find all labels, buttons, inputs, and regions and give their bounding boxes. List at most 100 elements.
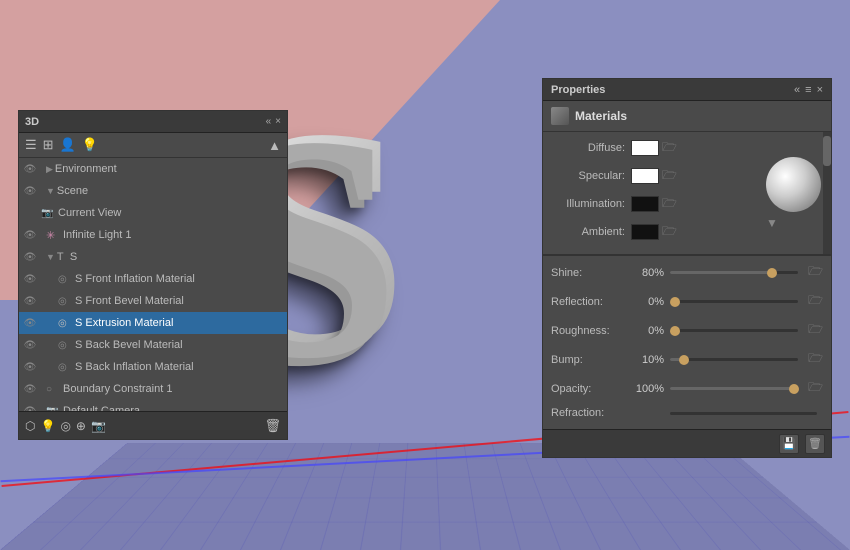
panel-3d-title: 3D xyxy=(25,116,39,128)
collapse-arrow-s[interactable]: ▼ xyxy=(46,252,55,262)
person-icon[interactable]: 👤 xyxy=(60,137,76,153)
layer-item-s-extrusion[interactable]: 👁 ◎ S Extrusion Material xyxy=(19,312,287,334)
diffuse-folder-icon[interactable]: 🗁 xyxy=(662,138,677,159)
constraint-icon[interactable]: ⊕ xyxy=(76,419,86,433)
refraction-row: Refraction: xyxy=(551,407,823,419)
scrollbar-top[interactable] xyxy=(823,132,831,254)
refraction-track[interactable] xyxy=(670,412,817,415)
material-bottom-icon[interactable]: ◎ xyxy=(60,419,70,433)
layer-item-scene[interactable]: 👁 ▼ Scene xyxy=(19,180,287,202)
layer-item-infinite-light-1[interactable]: 👁 ✳ Infinite Light 1 xyxy=(19,224,287,246)
diffuse-swatch[interactable] xyxy=(631,140,659,156)
roughness-track[interactable] xyxy=(670,329,798,332)
bump-folder-icon[interactable]: 🗁 xyxy=(808,349,823,370)
eye-icon-s-back-bevel[interactable]: 👁 xyxy=(23,338,37,352)
shine-track[interactable] xyxy=(670,271,798,274)
layer-item-environment[interactable]: 👁 ▶ Environment xyxy=(19,158,287,180)
illumination-swatch[interactable] xyxy=(631,196,659,212)
layer-item-s[interactable]: 👁 ▼ T S xyxy=(19,246,287,268)
eye-icon-default-camera[interactable]: 👁 xyxy=(23,404,37,411)
panel-3d-titlebar: 3D « × xyxy=(19,111,287,133)
eye-icon-s-front-inflation[interactable]: 👁 xyxy=(23,272,37,286)
layer-item-s-back-bevel[interactable]: 👁 ◎ S Back Bevel Material xyxy=(19,334,287,356)
diffuse-row: Diffuse: 🗁 xyxy=(551,137,750,159)
camera-bottom-icon[interactable]: 📷 xyxy=(91,419,106,433)
bump-row: Bump: 10% 🗁 xyxy=(551,349,823,370)
layer-label-s: S xyxy=(70,251,77,263)
layer-label-environment: Environment xyxy=(55,163,117,175)
props-title-controls: « ≡ × xyxy=(794,84,823,96)
reflection-row: Reflection: 0% 🗁 xyxy=(551,291,823,312)
shine-value: 80% xyxy=(629,267,664,279)
eye-icon-s[interactable]: 👁 xyxy=(23,250,37,264)
collapse-tree-icon[interactable]: ▲ xyxy=(268,138,281,153)
specular-swatch[interactable] xyxy=(631,168,659,184)
eye-icon-scene[interactable]: 👁 xyxy=(23,184,37,198)
delete-icon[interactable]: 🗑 xyxy=(264,418,281,434)
layer-item-s-front-bevel[interactable]: 👁 ◎ S Front Bevel Material xyxy=(19,290,287,312)
layer-label-s-front-inflation: S Front Inflation Material xyxy=(75,273,195,285)
light-icon[interactable]: 💡 xyxy=(82,137,98,153)
ambient-swatch[interactable] xyxy=(631,224,659,240)
sphere-expand-arrow[interactable]: ▼ xyxy=(766,216,778,230)
collapse-arrow-environment[interactable]: ▶ xyxy=(46,164,53,175)
materials-section-icon xyxy=(551,107,569,125)
ambient-label: Ambient: xyxy=(551,226,631,238)
layer-label-default-camera: Default Camera xyxy=(63,405,140,411)
layer-item-s-front-inflation[interactable]: 👁 ◎ S Front Inflation Material xyxy=(19,268,287,290)
illumination-folder-icon[interactable]: 🗁 xyxy=(662,194,677,215)
grid-view-icon[interactable]: ⊞ xyxy=(43,137,54,153)
sphere-preview: ▼ xyxy=(758,132,823,254)
props-delete-btn[interactable]: 🗑 xyxy=(805,434,825,454)
specular-row: Specular: 🗁 xyxy=(551,165,750,187)
props-bottom: 💾 🗑 xyxy=(543,429,831,457)
panel-3d-collapse-btn[interactable]: « xyxy=(266,116,272,127)
props-save-btn[interactable]: 💾 xyxy=(779,434,799,454)
material-top-section: Diffuse: 🗁 Specular: 🗁 Illumination: 🗁 A… xyxy=(543,132,831,255)
layer-label-current-view: Current View xyxy=(58,207,121,219)
panel-3d-close-btn[interactable]: × xyxy=(275,116,281,127)
scrollbar-thumb-top[interactable] xyxy=(823,136,831,166)
layer-label-s-extrusion: S Extrusion Material xyxy=(75,317,173,329)
opacity-folder-icon[interactable]: 🗁 xyxy=(808,378,823,399)
specular-folder-icon[interactable]: 🗁 xyxy=(662,166,677,187)
layer-item-boundary-constraint-1[interactable]: 👁 ○ Boundary Constraint 1 xyxy=(19,378,287,400)
layer-item-s-back-inflation[interactable]: 👁 ◎ S Back Inflation Material xyxy=(19,356,287,378)
layer-label-s-back-bevel: S Back Bevel Material xyxy=(75,339,183,351)
roughness-folder-icon[interactable]: 🗁 xyxy=(808,320,823,341)
shine-folder-icon[interactable]: 🗁 xyxy=(808,262,823,283)
sphere-ball xyxy=(766,157,821,212)
reflection-folder-icon[interactable]: 🗁 xyxy=(808,291,823,312)
eye-icon-s-back-inflation[interactable]: 👁 xyxy=(23,360,37,374)
eye-icon-boundary-constraint[interactable]: 👁 xyxy=(23,382,37,396)
layer-item-current-view[interactable]: 📷 Current View xyxy=(19,202,287,224)
bump-track[interactable] xyxy=(670,358,798,361)
props-collapse-btn[interactable]: « xyxy=(794,84,800,96)
specular-label: Specular: xyxy=(551,170,631,182)
eye-icon-s-front-bevel[interactable]: 👁 xyxy=(23,294,37,308)
layer-label-infinite-light-1: Infinite Light 1 xyxy=(63,229,132,241)
opacity-track[interactable] xyxy=(670,387,798,390)
roughness-row: Roughness: 0% 🗁 xyxy=(551,320,823,341)
eye-icon-environment[interactable]: 👁 xyxy=(23,162,37,176)
eye-icon-s-extrusion[interactable]: 👁 xyxy=(23,316,37,330)
props-section-title: Materials xyxy=(575,109,627,123)
roughness-value: 0% xyxy=(629,325,664,337)
eye-icon-infinite-light[interactable]: 👁 xyxy=(23,228,37,242)
light-bottom-icon[interactable]: 💡 xyxy=(40,419,55,433)
layer-label-scene: Scene xyxy=(57,185,88,197)
bump-label: Bump: xyxy=(551,354,629,366)
collapse-arrow-scene[interactable]: ▼ xyxy=(46,186,55,196)
mesh-icon[interactable]: ⬡ xyxy=(25,419,35,433)
panel-3d-controls: « × xyxy=(266,116,281,127)
roughness-label: Roughness: xyxy=(551,325,629,337)
props-menu-btn[interactable]: ≡ xyxy=(805,84,811,96)
reflection-track[interactable] xyxy=(670,300,798,303)
layer-item-default-camera[interactable]: 👁 📷 Default Camera xyxy=(19,400,287,411)
list-view-icon[interactable]: ☰ xyxy=(25,137,37,153)
props-header: Materials xyxy=(543,101,831,132)
layer-label-s-back-inflation: S Back Inflation Material xyxy=(75,361,194,373)
ambient-folder-icon[interactable]: 🗁 xyxy=(662,222,677,243)
shine-label: Shine: xyxy=(551,267,629,279)
props-close-btn[interactable]: × xyxy=(817,84,823,96)
